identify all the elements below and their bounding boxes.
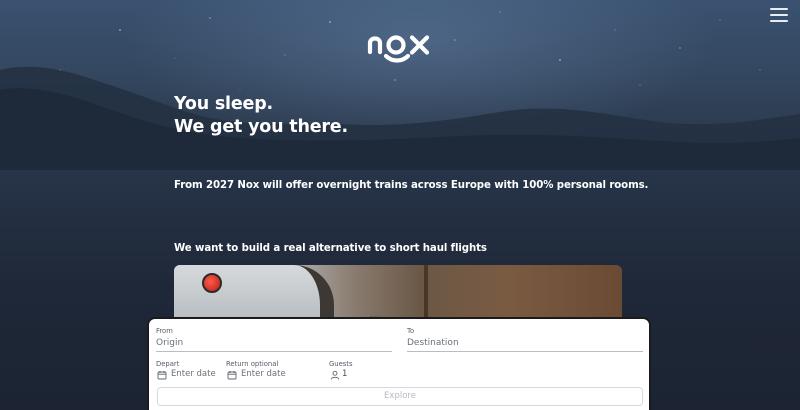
red-light: [202, 273, 222, 293]
return-label: Return optional: [226, 360, 279, 368]
to-underline: [407, 351, 643, 352]
hamburger-menu-icon[interactable]: [770, 8, 788, 22]
from-input[interactable]: Origin: [156, 338, 183, 348]
window-frame: [174, 265, 334, 325]
door-frame: [424, 265, 428, 325]
depart-input[interactable]: Enter date: [171, 369, 216, 379]
hero-tagline: From 2027 Nox will offer overnight train…: [174, 180, 649, 191]
to-input[interactable]: Destination: [407, 338, 459, 348]
from-label: From: [156, 327, 173, 335]
train-interior-image: nox: [174, 265, 622, 325]
section-subhead: We want to build a real alternative to s…: [174, 243, 487, 254]
guests-label: Guests: [329, 360, 353, 368]
headline-line-1: You sleep.: [174, 94, 273, 114]
guests-input[interactable]: 1: [342, 369, 347, 379]
explore-button[interactable]: Explore: [157, 387, 643, 406]
to-label: To: [407, 327, 415, 335]
return-input[interactable]: Enter date: [241, 369, 286, 379]
headline-line-2: We get you there.: [174, 117, 348, 137]
depart-label: Depart: [156, 360, 180, 368]
booking-form: From Origin To Destination Depart Enter …: [147, 317, 651, 410]
calendar-icon: [157, 371, 167, 380]
person-icon: [330, 370, 340, 380]
hero-headline: You sleep. We get you there.: [174, 93, 348, 139]
calendar-icon: [227, 371, 237, 380]
nox-logo[interactable]: [366, 28, 432, 64]
from-underline: [156, 351, 392, 352]
